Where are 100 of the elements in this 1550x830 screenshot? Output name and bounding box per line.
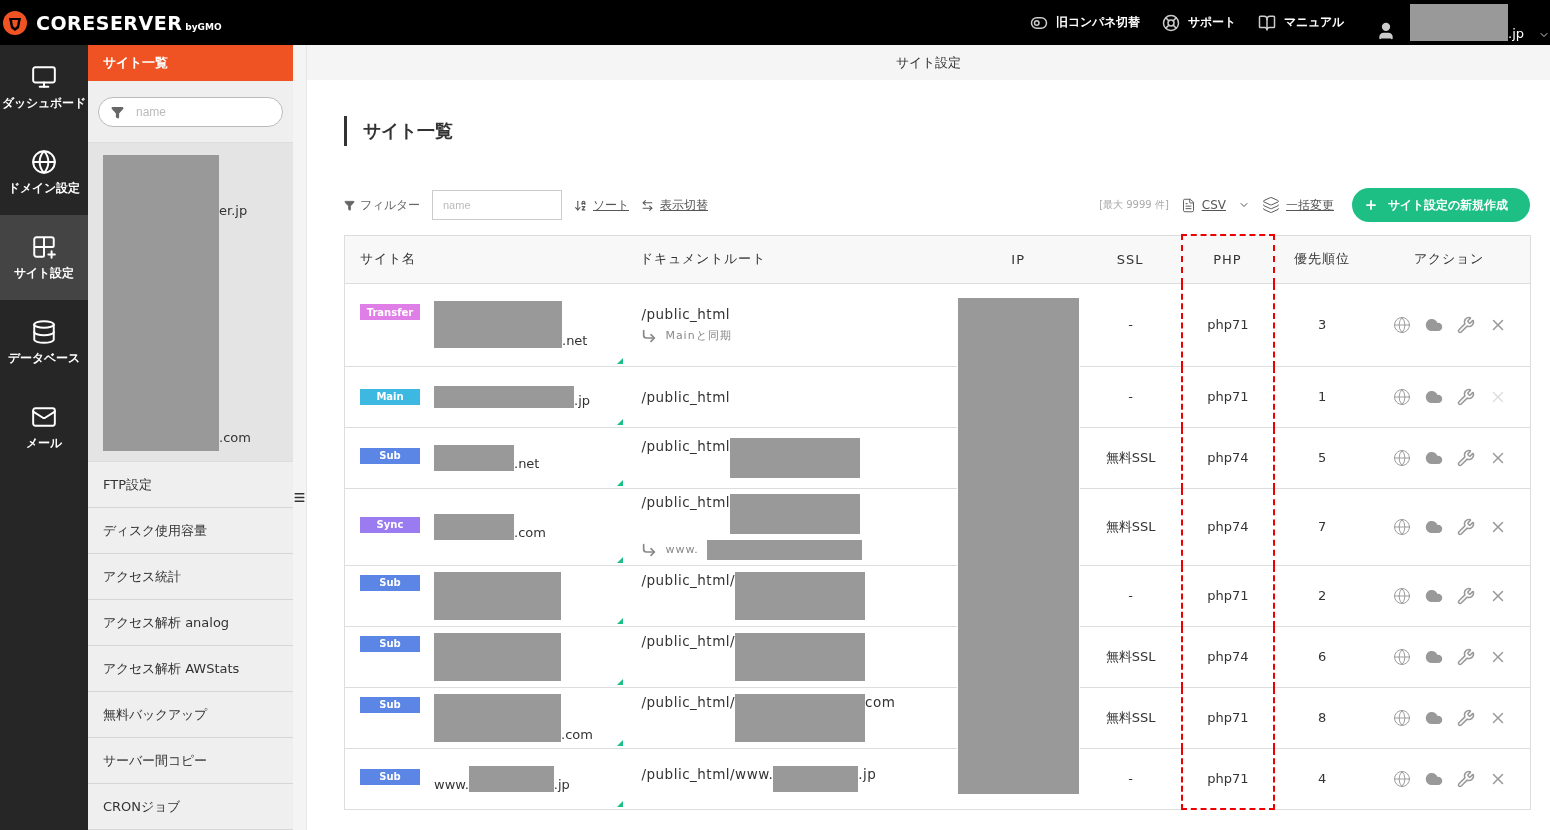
view-toggle-link[interactable]: 表示切替 bbox=[641, 196, 708, 214]
site-name-part: .jp bbox=[574, 392, 590, 408]
wrench-icon[interactable] bbox=[1456, 517, 1475, 536]
menu-icon[interactable] bbox=[293, 491, 306, 504]
priority-cell: 5 bbox=[1273, 427, 1370, 488]
column-header: SSL bbox=[1080, 235, 1182, 283]
top-link[interactable]: 旧コンパネ切替 bbox=[1030, 13, 1140, 32]
nav-item[interactable]: ダッシュボード bbox=[0, 45, 88, 130]
document-root-part: .jp bbox=[858, 765, 877, 782]
sync-note: Mainと同期 bbox=[665, 328, 732, 343]
php-cell: php71 bbox=[1181, 366, 1274, 427]
corner-mark-icon bbox=[617, 418, 624, 425]
filter-field[interactable]: name bbox=[432, 190, 562, 220]
site-name-part: .net bbox=[514, 455, 540, 471]
top-link[interactable]: マニュアル bbox=[1258, 13, 1344, 32]
filter-icon bbox=[344, 199, 355, 211]
wrench-icon[interactable] bbox=[1456, 315, 1475, 334]
subnav-header: サイト一覧 bbox=[88, 45, 293, 81]
user-name-suffix: .jp bbox=[1508, 26, 1524, 41]
ssl-cell: 無料SSL bbox=[1080, 488, 1182, 565]
site-type-badge: Main bbox=[360, 388, 420, 405]
php-cell: php71 bbox=[1181, 748, 1274, 809]
arrows-icon bbox=[641, 198, 654, 212]
site-name-part: .net bbox=[562, 333, 588, 348]
priority-cell: 1 bbox=[1273, 366, 1370, 427]
globe-icon[interactable] bbox=[1392, 586, 1411, 605]
globe-icon[interactable] bbox=[1392, 517, 1411, 536]
site-name[interactable]: .com bbox=[219, 430, 251, 445]
globe-icon[interactable] bbox=[1392, 647, 1411, 666]
ssl-cell: 無料SSL bbox=[1080, 687, 1182, 748]
document-root: /public_html bbox=[641, 493, 731, 510]
site-name-part: .com bbox=[514, 524, 546, 540]
priority-cell: 4 bbox=[1273, 748, 1370, 809]
site-type-badge: Sync bbox=[360, 516, 420, 533]
document-root: /public_html bbox=[641, 305, 731, 322]
php-cell: php71 bbox=[1181, 565, 1274, 626]
sort-link[interactable]: ソート bbox=[574, 196, 629, 214]
wrench-icon[interactable] bbox=[1456, 448, 1475, 467]
wrench-icon[interactable] bbox=[1456, 387, 1475, 406]
document-root: /public_html bbox=[641, 437, 731, 454]
layers-icon bbox=[1262, 196, 1280, 214]
globe-icon[interactable] bbox=[1392, 769, 1411, 788]
document-root: /public_html/ bbox=[641, 632, 736, 649]
monitor-icon bbox=[31, 64, 57, 90]
priority-cell: 6 bbox=[1273, 626, 1370, 687]
csv-link[interactable]: CSV bbox=[1180, 197, 1226, 213]
document-root: /public_html bbox=[641, 388, 731, 405]
document-root: /public_html/www. bbox=[641, 765, 774, 782]
nav-item[interactable]: データベース bbox=[0, 300, 88, 385]
site-name-part: .jp bbox=[553, 776, 570, 792]
logo-text: CORESERVER bbox=[36, 11, 183, 34]
redirect-arrow-icon bbox=[641, 327, 658, 344]
priority-cell: 3 bbox=[1273, 283, 1370, 366]
plus-icon bbox=[1364, 198, 1378, 212]
site-name-part: www. bbox=[434, 776, 469, 792]
globe-icon[interactable] bbox=[1392, 387, 1411, 406]
site-type-badge: Sub bbox=[360, 574, 420, 591]
search-field[interactable]: name bbox=[98, 97, 283, 127]
column-header: サイト名 bbox=[344, 235, 626, 283]
corner-mark-icon bbox=[617, 357, 624, 364]
wrench-icon[interactable] bbox=[1456, 647, 1475, 666]
filter-label: フィルター bbox=[344, 196, 420, 214]
nav-item[interactable]: ドメイン設定 bbox=[0, 130, 88, 215]
priority-cell: 8 bbox=[1273, 687, 1370, 748]
database-icon bbox=[31, 319, 57, 345]
corner-mark-icon bbox=[617, 479, 624, 486]
php-cell: php74 bbox=[1181, 626, 1274, 687]
priority-cell: 2 bbox=[1273, 565, 1370, 626]
sync-note: www. bbox=[665, 543, 699, 556]
corner-mark-icon bbox=[617, 739, 624, 746]
wrench-icon[interactable] bbox=[1456, 586, 1475, 605]
php-cell: php71 bbox=[1181, 687, 1274, 748]
corner-mark-icon bbox=[617, 800, 624, 807]
wrench-icon[interactable] bbox=[1456, 708, 1475, 727]
globe-icon[interactable] bbox=[1392, 315, 1411, 334]
site-type-badge: Sub bbox=[360, 447, 420, 464]
redirect-arrow-icon bbox=[641, 541, 658, 558]
document-root: /public_html/ bbox=[641, 571, 736, 588]
search-input[interactable]: name bbox=[134, 104, 254, 120]
column-header: PHP bbox=[1181, 235, 1274, 283]
ssl-cell: - bbox=[1080, 283, 1182, 366]
page-title: サイト一覧 bbox=[344, 116, 1530, 146]
site-name[interactable]: er.jp bbox=[219, 203, 251, 218]
document-root-part: com bbox=[865, 693, 896, 710]
bulk-change-link[interactable]: 一括変更 bbox=[1262, 196, 1334, 214]
globe-icon[interactable] bbox=[1392, 448, 1411, 467]
globe-icon[interactable] bbox=[1392, 708, 1411, 727]
mail-icon bbox=[31, 404, 57, 430]
nav-item[interactable]: サイト設定 bbox=[0, 215, 88, 300]
column-header: アクション bbox=[1369, 235, 1531, 283]
nav-item[interactable]: メール bbox=[0, 385, 88, 470]
lifebuoy-icon bbox=[1162, 13, 1180, 32]
top-link[interactable]: サポート bbox=[1162, 13, 1236, 32]
page-header: サイト設定 bbox=[307, 45, 1550, 80]
site-type-badge: Sub bbox=[360, 768, 420, 785]
site-type-badge: Transfer bbox=[360, 304, 420, 320]
ssl-cell: - bbox=[1080, 748, 1182, 809]
wrench-icon[interactable] bbox=[1456, 769, 1475, 788]
site-type-badge: Sub bbox=[360, 635, 420, 652]
document-root: /public_html/ bbox=[641, 693, 736, 710]
